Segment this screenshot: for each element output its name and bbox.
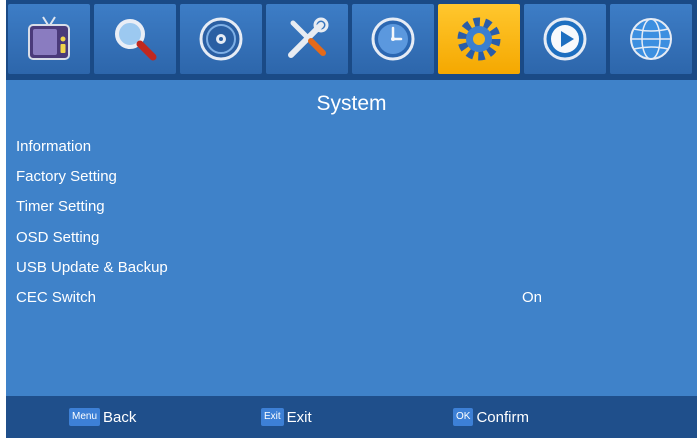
tab-tv[interactable]	[8, 4, 90, 74]
tools-icon	[288, 17, 329, 58]
tab-clock[interactable]	[352, 4, 434, 74]
tab-system[interactable]	[438, 4, 520, 74]
ok-key-badge: OK	[453, 408, 474, 426]
menu-item-factory-setting[interactable]: Factory Setting	[6, 163, 697, 191]
menu-item-osd-setting[interactable]: OSD Setting	[6, 224, 697, 252]
exit-key-badge: Exit	[261, 408, 284, 426]
menu-item-label: Timer Setting	[16, 198, 105, 215]
tab-search[interactable]	[94, 4, 176, 74]
gear-icon	[457, 17, 501, 61]
search-icon	[115, 19, 157, 61]
disc-icon	[199, 17, 243, 61]
menu-item-label: CEC Switch	[16, 289, 97, 306]
menu-key-badge: Menu	[69, 408, 101, 426]
page-title: System	[316, 92, 387, 115]
menu-item-label: USB Update & Backup	[16, 259, 168, 276]
globe-icon	[630, 18, 672, 60]
system-panel: System Information Factory Setting Timer…	[6, 80, 697, 396]
menu-item-usb-update-backup[interactable]: USB Update & Backup	[6, 254, 697, 282]
hint-back-label: Back	[103, 408, 137, 426]
tab-tools[interactable]	[266, 4, 348, 74]
tv-icon	[28, 16, 70, 60]
menu-item-label: Factory Setting	[16, 168, 117, 185]
menu-item-information[interactable]: Information	[6, 133, 697, 161]
hint-exit-label: Exit	[286, 408, 312, 426]
media-play-icon	[543, 17, 587, 61]
tab-media[interactable]	[524, 4, 606, 74]
menu-item-timer-setting[interactable]: Timer Setting	[6, 193, 697, 221]
footer-hint-bar: Menu Back Exit Exit OK Confirm	[6, 396, 697, 438]
cec-switch-value[interactable]: On	[522, 284, 542, 312]
hint-confirm[interactable]: OK Confirm	[453, 396, 529, 438]
clock-icon	[371, 17, 415, 61]
icon-bar	[6, 0, 697, 80]
system-menu-screen: System Information Factory Setting Timer…	[0, 0, 697, 438]
tab-disc[interactable]	[180, 4, 262, 74]
menu-item-label: Information	[16, 138, 92, 155]
hint-exit[interactable]: Exit Exit	[261, 396, 312, 438]
tab-network[interactable]	[610, 4, 692, 74]
hint-back[interactable]: Menu Back	[69, 396, 136, 438]
menu-item-label: OSD Setting	[16, 229, 100, 246]
menu-item-cec-switch[interactable]: CEC Switch On	[6, 284, 697, 312]
hint-confirm-label: Confirm	[476, 408, 529, 426]
